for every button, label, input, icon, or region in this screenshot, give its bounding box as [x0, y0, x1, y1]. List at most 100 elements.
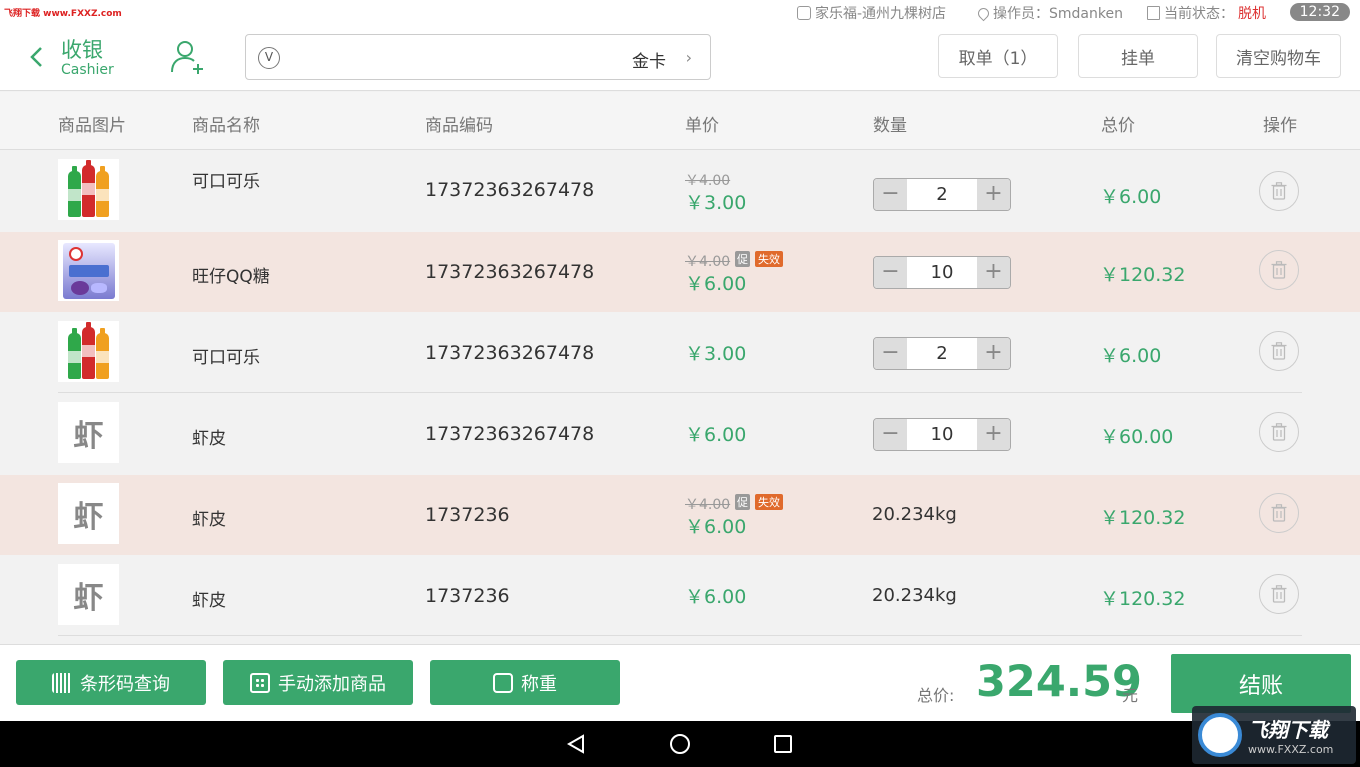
col-name: 商品名称 — [192, 116, 260, 136]
product-code: 17372363267478 — [425, 261, 595, 283]
decrement-button[interactable]: − — [874, 257, 907, 288]
quantity-value[interactable]: 10 — [907, 257, 977, 288]
status-bar: 飞翔下载 www.FXXZ.com 家乐福-通州九棵树店 操作员：Smdanke… — [0, 0, 1360, 24]
nav-back-icon[interactable] — [566, 734, 586, 754]
decrement-button[interactable]: − — [874, 179, 907, 210]
row-divider — [58, 392, 1302, 393]
product-code: 17372363267478 — [425, 342, 595, 364]
product-image — [58, 240, 119, 301]
product-image — [58, 321, 119, 382]
product-placeholder-text: 虾 — [73, 418, 104, 454]
delete-item-button[interactable] — [1259, 171, 1299, 211]
decrement-button[interactable]: − — [874, 419, 907, 450]
col-action: 操作 — [1263, 116, 1297, 136]
barcode-search-button[interactable]: 条形码查询 — [16, 660, 206, 705]
quantity-value[interactable]: 10 — [907, 419, 977, 450]
table-row: 虾 虾皮 1737236 ￥4.00 促失效 ￥6.00 20.234kg ￥120.32 — [0, 475, 1360, 555]
product-placeholder-text: 虾 — [73, 580, 104, 616]
quantity-stepper: −2 + — [873, 337, 1011, 370]
increment-button[interactable]: + — [977, 257, 1010, 288]
line-total: ￥6.00 — [1100, 186, 1162, 208]
row-divider — [58, 635, 1302, 636]
watermark-bottom-right: 飞翔下载 www.FXXZ.com — [1192, 706, 1356, 764]
increment-button[interactable]: + — [977, 419, 1010, 450]
product-image: 虾 — [58, 564, 119, 625]
trash-icon — [1271, 342, 1287, 360]
table-header: 商品图片 商品名称 商品编码 单价 数量 总价 操作 — [0, 92, 1360, 150]
table-row: 虾 虾皮 17372363267478 ￥6.00 −10 + ￥60.00 — [0, 394, 1360, 474]
line-total: ￥6.00 — [1100, 345, 1162, 367]
watermark-name: 飞翔下载 — [1248, 718, 1328, 742]
hold-order-button[interactable]: 挂单 — [1078, 34, 1198, 78]
unit-price: ￥3.00 — [685, 343, 747, 365]
location-pin-icon — [975, 5, 992, 21]
line-total: ￥120.32 — [1100, 588, 1186, 610]
delete-item-button[interactable] — [1259, 574, 1299, 614]
add-user-icon — [171, 41, 203, 74]
original-price: ￥4.00 — [685, 254, 731, 270]
unit-price: ￥6.00 — [685, 586, 747, 608]
watermark-url: www.FXXZ.com — [1248, 743, 1334, 756]
increment-button[interactable]: + — [977, 179, 1010, 210]
product-image — [58, 159, 119, 220]
keypad-icon — [250, 672, 270, 693]
delete-item-button[interactable] — [1259, 250, 1299, 290]
quantity-value[interactable]: 2 — [907, 338, 977, 369]
vip-icon: V — [258, 47, 280, 69]
product-name: 可口可乐 — [192, 348, 260, 368]
weigh-label: 称重 — [521, 673, 557, 695]
promo-tag: 促 — [735, 251, 750, 267]
product-code: 17372363267478 — [425, 423, 595, 445]
delete-item-button[interactable] — [1259, 331, 1299, 371]
book-icon — [1147, 6, 1160, 20]
decrement-button[interactable]: − — [874, 338, 907, 369]
expired-tag: 失效 — [755, 251, 783, 267]
increment-button[interactable]: + — [977, 338, 1010, 369]
nav-recent-icon[interactable] — [774, 735, 792, 753]
chevron-right-icon: › — [685, 48, 692, 67]
expired-tag: 失效 — [755, 494, 783, 510]
store-icon — [797, 6, 811, 20]
line-total: ￥120.32 — [1100, 264, 1186, 286]
checkout-button[interactable]: 结账 — [1171, 654, 1351, 713]
cola-bottles-image — [68, 159, 109, 217]
col-image: 商品图片 — [58, 116, 126, 136]
header: 收银 Cashier V 金卡 › 取单（1） 挂单 清空购物车 — [0, 24, 1360, 91]
delete-item-button[interactable] — [1259, 412, 1299, 452]
product-name: 可口可乐 — [192, 172, 260, 192]
add-member-button[interactable] — [170, 38, 206, 76]
weigh-button[interactable]: 称重 — [430, 660, 620, 705]
product-name: 虾皮 — [192, 510, 226, 530]
quantity-stepper: −10 + — [873, 418, 1011, 451]
col-total: 总价 — [1101, 116, 1135, 136]
grand-total-amount: 324.59 — [976, 657, 1142, 707]
clear-cart-button[interactable]: 清空购物车 — [1216, 34, 1341, 78]
manual-add-button[interactable]: 手动添加商品 — [223, 660, 413, 705]
product-name: 虾皮 — [192, 429, 226, 449]
table-row: 旺仔QQ糖 17372363267478 ￥4.00 促失效 ￥6.00 −10 + ￥120… — [0, 232, 1360, 312]
nav-home-icon[interactable] — [670, 734, 690, 754]
take-order-button[interactable]: 取单（1） — [938, 34, 1058, 78]
trash-icon — [1271, 504, 1287, 522]
trash-icon — [1271, 423, 1287, 441]
table-row: 可口可乐 17372363267478 ￥3.00 −2 + ￥6.00 — [0, 313, 1360, 393]
footer: 条形码查询 手动添加商品 称重 总价: 324.59 元 结账 — [0, 644, 1360, 721]
watermark-top-left: 飞翔下载 www.FXXZ.com — [2, 6, 124, 19]
delete-item-button[interactable] — [1259, 493, 1299, 533]
barcode-icon — [52, 672, 72, 693]
member-search-field[interactable]: V 金卡 › — [245, 34, 711, 80]
member-card-level: 金卡 — [632, 52, 666, 72]
quantity-stepper: −10 + — [873, 256, 1011, 289]
unit-price: ￥6.00 — [685, 273, 747, 295]
quantity-value[interactable]: 2 — [907, 179, 977, 210]
table-row: 虾 虾皮 1737236 ￥6.00 20.234kg ￥120.32 — [0, 556, 1360, 636]
state-label: 当前状态： — [1164, 6, 1234, 22]
back-button[interactable] — [26, 44, 48, 70]
page-subtitle: Cashier — [61, 62, 114, 78]
trash-icon — [1271, 261, 1287, 279]
promo-tag: 促 — [735, 494, 750, 510]
grand-total-unit: 元 — [1122, 686, 1139, 705]
line-total: ￥60.00 — [1100, 426, 1174, 448]
quantity-stepper: −2 + — [873, 178, 1011, 211]
original-price: ￥4.00 — [685, 497, 731, 513]
